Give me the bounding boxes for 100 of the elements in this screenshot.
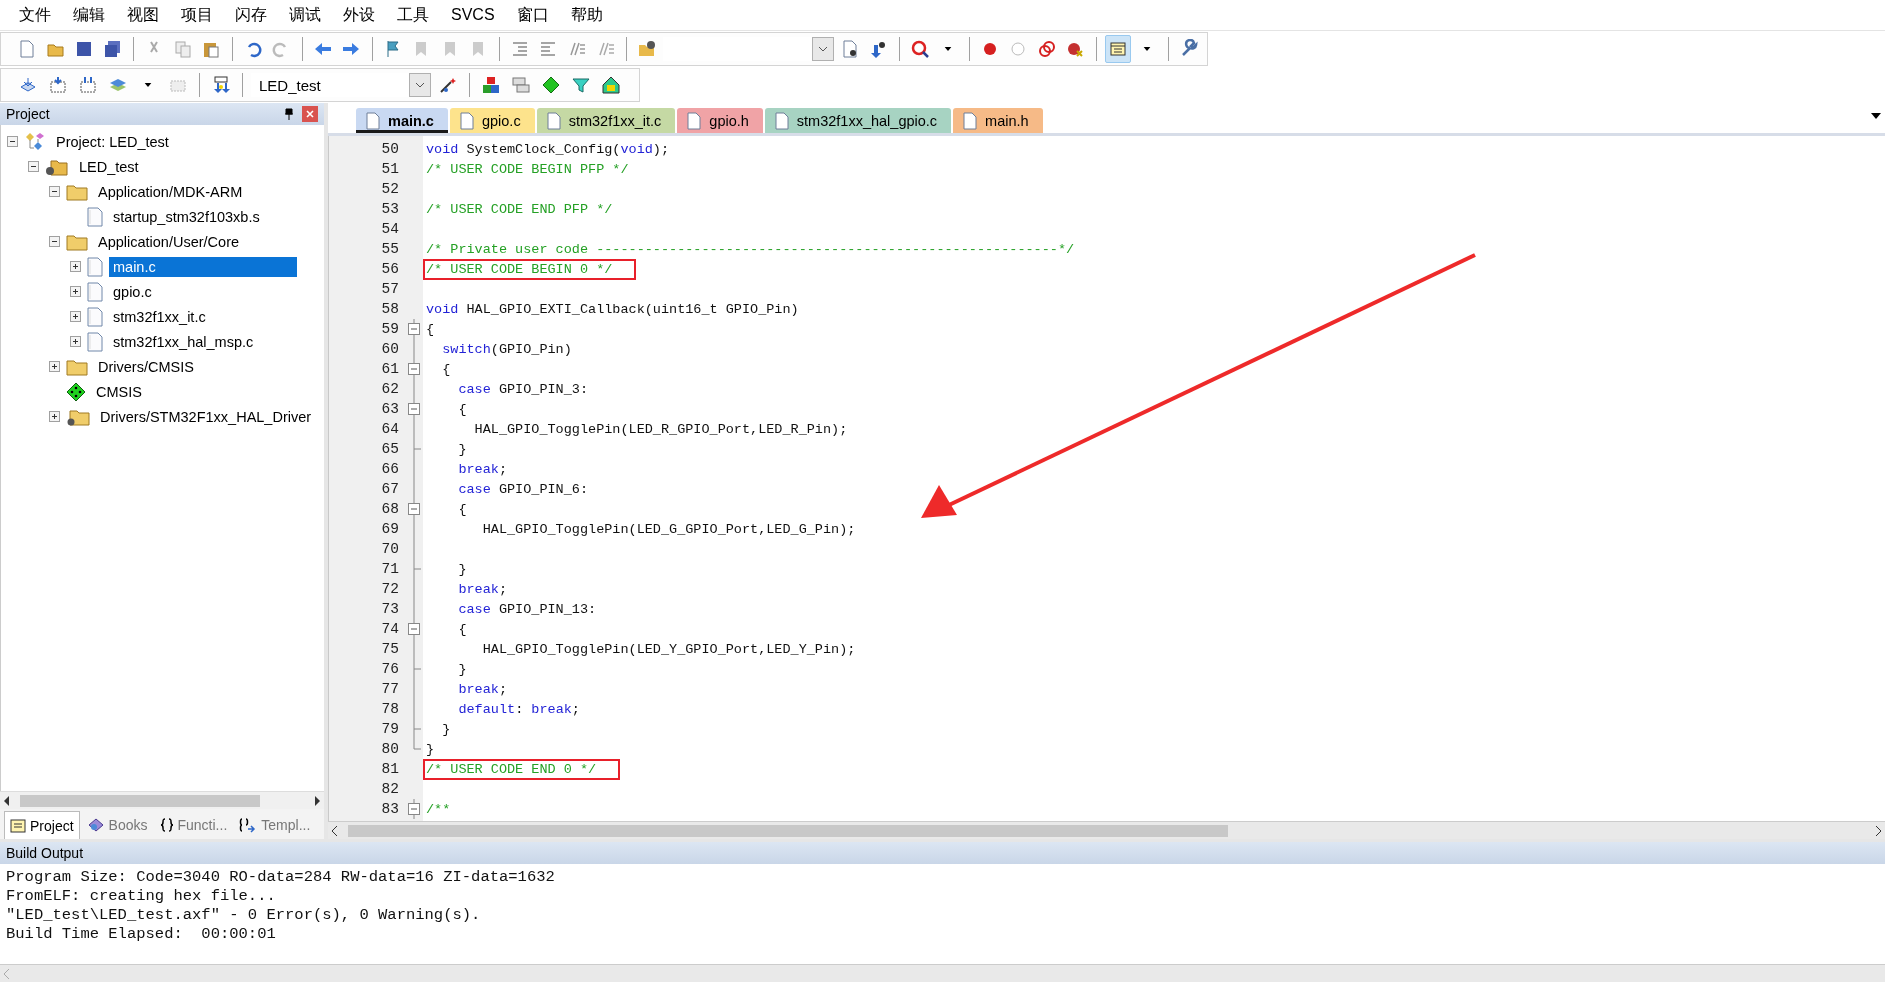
- line-number: 78: [381, 701, 399, 717]
- collapse-toggle[interactable]: [49, 186, 60, 197]
- line-number: 75: [381, 641, 399, 657]
- tree-item[interactable]: Drivers/CMSIS: [94, 356, 198, 377]
- horizontal-scrollbar[interactable]: [0, 791, 324, 809]
- tree-item[interactable]: stm32f1xx_it.c: [109, 306, 210, 327]
- line-number: 51: [381, 161, 399, 177]
- line-number: 60: [381, 341, 399, 357]
- fold-toggle[interactable]: [407, 359, 421, 379]
- folder-icon: [66, 232, 88, 251]
- panel-tab[interactable]: Books: [81, 811, 153, 839]
- grid-package-icon[interactable]: [601, 75, 621, 95]
- file-tab[interactable]: main.c: [356, 108, 448, 133]
- folder-icon: [66, 182, 88, 201]
- fold-end-marker: [413, 659, 421, 679]
- stacked-windows-icon[interactable]: [511, 75, 531, 95]
- scroll-left-icon[interactable]: [4, 795, 10, 806]
- line-number: 59: [381, 321, 399, 337]
- expand-toggle[interactable]: [49, 361, 60, 372]
- code-line: {: [457, 500, 468, 518]
- line-number: 71: [381, 561, 399, 577]
- diamond-icon[interactable]: [541, 75, 561, 95]
- code-line: }: [425, 740, 436, 758]
- pin-icon[interactable]: [284, 108, 294, 120]
- tree-item[interactable]: Drivers/STM32F1xx_HAL_Driver: [96, 406, 316, 427]
- line-number: 66: [381, 461, 399, 477]
- menu-item[interactable]: 视图: [118, 2, 168, 28]
- tree-item[interactable]: stm32f1xx_hal_msp.c: [109, 331, 258, 352]
- load-download-icon[interactable]: [211, 75, 231, 95]
- menu-item[interactable]: 闪存: [226, 2, 276, 28]
- menu-item[interactable]: SVCS: [442, 4, 504, 26]
- line-number: 64: [381, 421, 399, 437]
- tree-item[interactable]: Application/MDK-ARM: [94, 181, 247, 202]
- code-line: /* Private user code ---------------------------------------------------------*/: [425, 240, 1076, 258]
- expand-toggle[interactable]: [70, 311, 81, 322]
- collapse-toggle[interactable]: [28, 161, 39, 172]
- file-tab[interactable]: stm32f1xx_it.c: [536, 108, 676, 133]
- panel-tab[interactable]: Functi...: [154, 811, 233, 839]
- menu-item[interactable]: 帮助: [561, 2, 612, 28]
- expand-toggle[interactable]: [70, 286, 81, 297]
- tree-item[interactable]: LED_test: [75, 156, 143, 177]
- tree-item[interactable]: startup_stm32f103xb.s: [109, 206, 264, 227]
- highlighted-code-line: /* USER CODE END 0 */: [425, 760, 619, 778]
- menu-item[interactable]: 工具: [388, 2, 438, 28]
- horizontal-scrollbar[interactable]: [328, 821, 1885, 839]
- target-folder-icon: [45, 157, 69, 176]
- output-line: Program Size: Code=3040 RO-data=284 RW-data=16 ZI-data=1632: [6, 868, 556, 887]
- debug-magnifier-icon[interactable]: [909, 39, 930, 59]
- panel-tab[interactable]: Templ...: [234, 811, 316, 839]
- file-tab[interactable]: stm32f1xx_hal_gpio.c: [764, 108, 952, 133]
- menu-item[interactable]: 文件: [10, 2, 60, 28]
- fold-toggle[interactable]: [407, 799, 421, 819]
- file-icon: [774, 111, 789, 130]
- fold-toggle[interactable]: [407, 399, 421, 419]
- code-line: }: [457, 560, 468, 578]
- rebuild-icon[interactable]: [78, 75, 98, 95]
- tree-item[interactable]: CMSIS: [92, 381, 146, 402]
- fold-toggle[interactable]: [407, 499, 421, 519]
- tree-item[interactable]: Project: LED_test: [52, 131, 173, 152]
- build-icon[interactable]: [48, 75, 68, 95]
- colored-blocks-icon[interactable]: [481, 75, 501, 95]
- double-circle-icon[interactable]: [1036, 39, 1057, 59]
- find-in-folder-icon[interactable]: [637, 39, 657, 59]
- scroll-left-icon[interactable]: [332, 825, 338, 836]
- menu-item[interactable]: 编辑: [64, 2, 114, 28]
- panel-tab[interactable]: Project: [4, 811, 80, 839]
- fold-toggle[interactable]: [407, 619, 421, 639]
- menu-item[interactable]: 窗口: [507, 2, 558, 28]
- line-number: 82: [381, 781, 399, 797]
- tree-item[interactable]: gpio.c: [109, 281, 156, 302]
- file-icon: [87, 331, 103, 352]
- tab-list-caret-icon[interactable]: [1871, 113, 1881, 119]
- tree-item[interactable]: main.c: [109, 256, 297, 277]
- expand-toggle[interactable]: [70, 336, 81, 347]
- menu-item[interactable]: 调试: [280, 2, 330, 28]
- fold-toggle[interactable]: [407, 319, 421, 339]
- funnel-icon[interactable]: [571, 75, 591, 95]
- menu-item[interactable]: 项目: [172, 2, 222, 28]
- project-window-icon: [10, 818, 26, 833]
- expand-toggle[interactable]: [70, 261, 81, 272]
- line-number: 63: [381, 401, 399, 417]
- close-button[interactable]: [302, 106, 318, 122]
- collapse-toggle[interactable]: [7, 136, 18, 147]
- save-all-icon[interactable]: [102, 39, 123, 59]
- file-tab[interactable]: main.h: [953, 108, 1043, 133]
- code-line: switch(GPIO_Pin): [441, 340, 573, 358]
- scroll-right-icon[interactable]: [314, 795, 320, 806]
- code-line: case GPIO_PIN_6:: [457, 480, 590, 498]
- output-line: FromELF: creating hex file...: [6, 887, 277, 906]
- template-icon: [239, 817, 258, 833]
- collapse-toggle[interactable]: [49, 236, 60, 247]
- file-tab[interactable]: gpio.h: [677, 108, 763, 133]
- tree-item[interactable]: Application/User/Core: [94, 231, 244, 252]
- code-line: HAL_GPIO_TogglePin(LED_Y_GPIO_Port,LED_Y_Pin);: [481, 640, 857, 658]
- scroll-right-icon[interactable]: [1875, 825, 1881, 836]
- code-line: /**: [425, 800, 452, 818]
- menu-item[interactable]: 外设: [334, 2, 384, 28]
- expand-toggle[interactable]: [49, 411, 60, 422]
- horizontal-scrollbar[interactable]: [0, 964, 1885, 982]
- file-tab[interactable]: gpio.c: [449, 108, 535, 133]
